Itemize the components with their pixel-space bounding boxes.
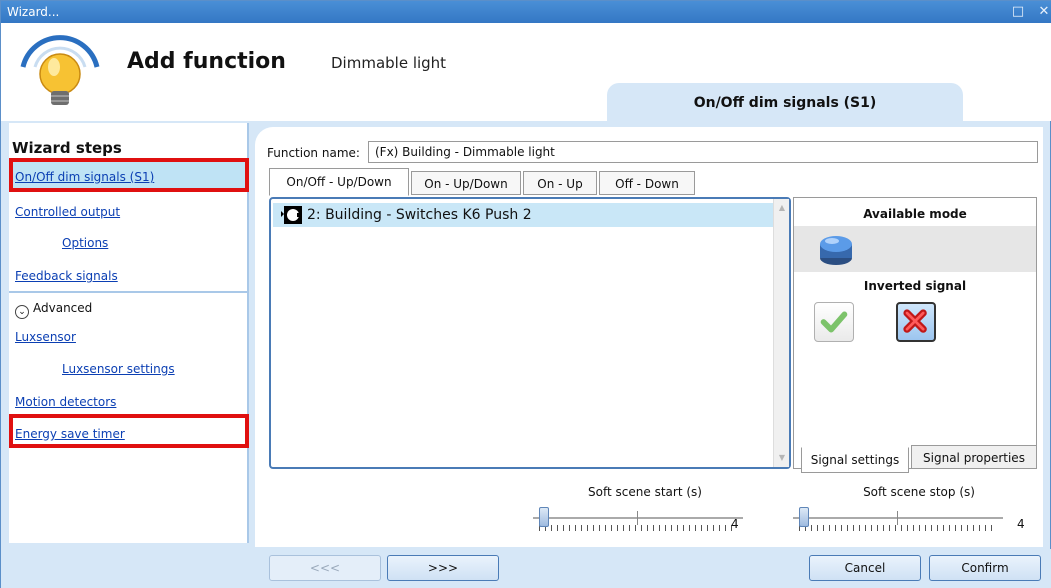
highlight-box-energy xyxy=(9,414,249,448)
advanced-label: Advanced xyxy=(33,301,93,315)
soft-scene-start-label: Soft scene start (s) xyxy=(588,485,702,499)
close-icon[interactable]: ✕ xyxy=(1036,1,1051,23)
next-button[interactable]: >>> xyxy=(387,555,499,581)
light-bulb-icon xyxy=(20,35,100,105)
chevron-down-icon: ⌄ xyxy=(15,305,29,319)
wizard-window: Wizard... □ ✕ Add function Dimmable ligh… xyxy=(0,0,1051,588)
signal-list[interactable]: 2: Building - Switches K6 Push 2 ▲ ▼ xyxy=(269,197,791,469)
inverted-check-option[interactable] xyxy=(814,302,854,342)
cancel-button[interactable]: Cancel xyxy=(809,555,921,581)
back-button[interactable]: <<< xyxy=(269,555,381,581)
list-item-label: 2: Building - Switches K6 Push 2 xyxy=(307,207,532,223)
step-controlled-output[interactable]: Controlled output xyxy=(9,197,247,227)
confirm-button[interactable]: Confirm xyxy=(929,555,1041,581)
inverted-signal-label: Inverted signal xyxy=(794,274,1036,298)
cross-icon xyxy=(903,309,927,333)
available-mode-label: Available mode xyxy=(794,202,1036,226)
tab-on-up[interactable]: On - Up xyxy=(523,171,597,195)
function-name-label: Function name: xyxy=(267,146,360,160)
step-options[interactable]: Options xyxy=(9,228,247,258)
tab-current-step[interactable]: On/Off dim signals (S1) xyxy=(607,83,963,121)
soft-scene-start-slider[interactable] xyxy=(533,507,743,533)
scroll-up-icon[interactable]: ▲ xyxy=(777,203,787,213)
scroll-down-icon[interactable]: ▼ xyxy=(777,453,787,463)
blue-button-mode-icon[interactable] xyxy=(816,230,856,268)
soft-scene-stop-thumb[interactable] xyxy=(799,507,809,527)
header: Add function Dimmable light On/Off dim s… xyxy=(1,23,1051,121)
window-title: Wizard... xyxy=(7,5,60,19)
main-panel: Function name: (Fx) Building - Dimmable … xyxy=(255,127,1043,547)
tab-off-down[interactable]: Off - Down xyxy=(599,171,695,195)
title-bar: Wizard... □ ✕ xyxy=(1,1,1051,23)
soft-scene-start-value: 4 xyxy=(731,517,739,531)
tab-on-up-down[interactable]: On - Up/Down xyxy=(411,171,521,195)
step-motion-detectors[interactable]: Motion detectors xyxy=(9,387,247,417)
list-item[interactable]: 2: Building - Switches K6 Push 2 xyxy=(273,203,773,227)
inverted-cross-option[interactable] xyxy=(896,302,936,342)
push-button-icon xyxy=(281,206,302,224)
page-subtitle: Dimmable light xyxy=(331,54,447,72)
page-title: Add function xyxy=(127,49,286,74)
step-feedback-signals[interactable]: Feedback signals xyxy=(9,261,247,291)
function-name-input[interactable]: (Fx) Building - Dimmable light xyxy=(368,141,1038,163)
tab-signal-settings[interactable]: Signal settings xyxy=(801,447,909,473)
restore-icon[interactable]: □ xyxy=(1010,1,1026,23)
advanced-toggle[interactable]: ⌄ Advanced xyxy=(9,291,247,321)
soft-scene-start-thumb[interactable] xyxy=(539,507,549,527)
signal-settings-panel: Available mode Inverted signal xyxy=(793,197,1037,469)
highlight-box-step1 xyxy=(9,158,249,192)
step-luxsensor-settings[interactable]: Luxsensor settings xyxy=(9,354,247,384)
wizard-steps-title: Wizard steps xyxy=(12,139,122,157)
soft-scene-stop-slider[interactable] xyxy=(793,507,1003,533)
check-icon xyxy=(820,311,848,333)
list-scrollbar[interactable]: ▲ ▼ xyxy=(773,199,789,467)
soft-scene-stop-label: Soft scene stop (s) xyxy=(863,485,975,499)
step-luxsensor[interactable]: Luxsensor xyxy=(9,322,247,352)
tab-on-off-up-down[interactable]: On/Off - Up/Down xyxy=(269,168,409,196)
soft-scene-stop-value: 4 xyxy=(1017,517,1025,531)
tab-signal-properties[interactable]: Signal properties xyxy=(911,445,1037,469)
